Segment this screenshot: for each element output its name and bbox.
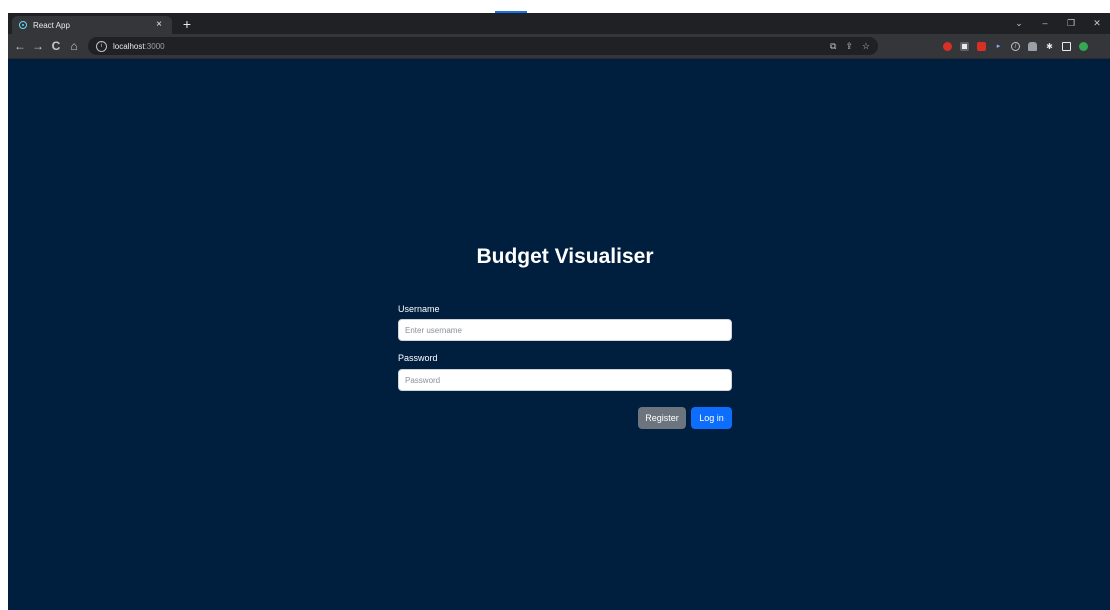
browser-window: React App × + ⌄ – ❐ ✕ ← → C ⌂ i localhos… — [8, 13, 1110, 610]
username-input[interactable] — [398, 319, 732, 341]
profile-avatar-icon[interactable] — [1079, 41, 1088, 51]
extension-arrow-icon[interactable]: ▸ — [994, 42, 1003, 51]
close-tab-icon[interactable]: × — [152, 16, 166, 34]
browser-toolbar: ← → C ⌂ i localhost:3000 ⧉ ⇪ ☆ ▸ / ✱ — [8, 34, 1110, 59]
home-icon[interactable]: ⌂ — [66, 38, 82, 54]
extension-red-tile-icon[interactable] — [977, 41, 986, 51]
username-label: Username — [398, 304, 440, 314]
back-arrow-icon[interactable]: ← — [12, 38, 28, 54]
extension-tile-icon[interactable] — [960, 41, 969, 51]
window-controls: ⌄ – ❐ ✕ — [1006, 13, 1110, 34]
login-button[interactable]: Log in — [691, 407, 732, 429]
password-label: Password — [398, 353, 438, 363]
new-tab-button[interactable]: + — [179, 16, 195, 32]
react-logo-icon — [19, 21, 27, 29]
password-input[interactable] — [398, 369, 732, 391]
tab-strip: React App × + ⌄ – ❐ ✕ — [8, 13, 1110, 34]
page-title: Budget Visualiser — [476, 245, 654, 268]
bookmark-star-icon[interactable]: ☆ — [862, 41, 870, 52]
extension-hat-icon[interactable] — [1028, 41, 1037, 51]
minimize-button[interactable]: – — [1032, 13, 1058, 34]
register-button[interactable]: Register — [638, 407, 686, 429]
extension-red-icon[interactable] — [943, 41, 952, 51]
close-window-button[interactable]: ✕ — [1084, 13, 1110, 34]
site-info-icon[interactable]: i — [96, 40, 107, 52]
tab-search-icon[interactable]: ⌄ — [1006, 13, 1032, 34]
google-lens-icon[interactable]: ⧉ — [830, 41, 836, 52]
address-bar[interactable]: i localhost:3000 ⧉ ⇪ ☆ — [88, 37, 878, 55]
reload-icon[interactable]: C — [48, 38, 64, 54]
tab-react-app[interactable]: React App × — [12, 16, 172, 34]
side-panel-icon[interactable] — [1062, 41, 1071, 51]
extensions-puzzle-icon[interactable]: ✱ — [1045, 42, 1054, 51]
restore-button[interactable]: ❐ — [1058, 13, 1084, 34]
url-host: localhost — [113, 41, 145, 51]
extension-icons: ▸ / ✱ — [943, 38, 1088, 54]
tab-title: React App — [33, 20, 70, 30]
share-icon[interactable]: ⇪ — [845, 41, 853, 52]
forward-arrow-icon[interactable]: → — [30, 38, 46, 54]
omnibox-actions: ⧉ ⇪ ☆ — [830, 37, 870, 55]
url-port: :3000 — [144, 41, 165, 51]
block-icon[interactable]: / — [1011, 41, 1020, 51]
